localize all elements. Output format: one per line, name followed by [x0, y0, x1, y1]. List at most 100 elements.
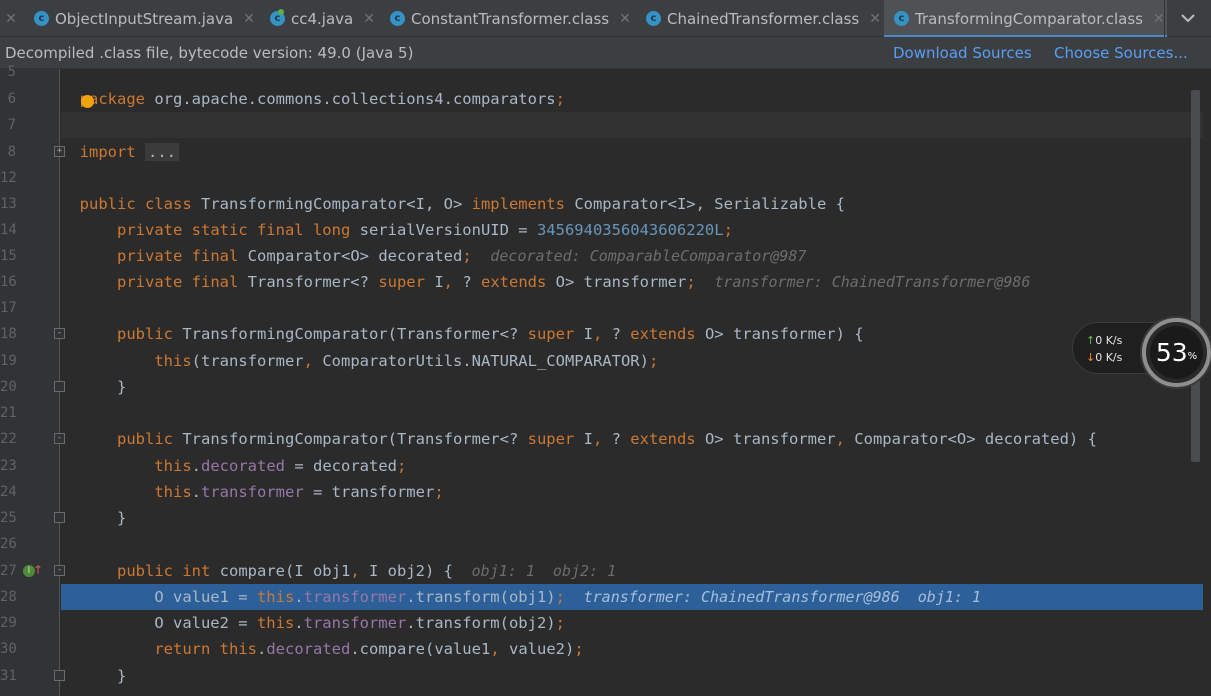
- line-number: 7: [7, 117, 16, 133]
- code-line-compare-end: 31 }: [0, 663, 1203, 689]
- close-icon[interactable]: ✕: [363, 11, 375, 27]
- keyword: private final: [117, 247, 239, 265]
- field-name: serialVersionUID: [359, 221, 509, 239]
- keyword: implements: [471, 195, 565, 213]
- tab-constanttransformer[interactable]: c ConstantTransformer.class ✕: [390, 0, 631, 37]
- line-number: 28: [0, 589, 17, 605]
- code-line-ctor2: 22- public TransformingComparator(Transf…: [0, 426, 1203, 452]
- keyword: public class: [79, 195, 192, 213]
- tab-objectinputstream[interactable]: c ObjectInputStream.java ✕: [34, 0, 255, 37]
- network-monitor-widget[interactable]: ↑0 K/s ↓0 K/s 53%: [1072, 318, 1211, 387]
- code-line-ctor1-end: 20 }: [0, 374, 1203, 400]
- code-line-class-decl: 13 public class TransformingComparator<I…: [0, 191, 1203, 217]
- download-speed: ↓0 K/s: [1086, 351, 1123, 364]
- code-line-ctor1: 18- public TransformingComparator(Transf…: [0, 321, 1203, 347]
- code-line-return: 30 return this.decorated.compare(value1,…: [0, 636, 1203, 662]
- package-name: org.apache.commons.collections4.comparat…: [154, 90, 556, 108]
- class-name: TransformingComparator<I, O>: [201, 195, 463, 213]
- vertical-scrollbar[interactable]: [1191, 90, 1200, 462]
- code-line: 17: [0, 295, 1203, 321]
- fold-collapse-icon[interactable]: -: [54, 565, 65, 576]
- code-line-import: 8 + import ...: [8, 139, 1203, 165]
- code-editor[interactable]: 5 6 package org.apache.commons.collectio…: [0, 64, 1203, 696]
- tab-overflow-button[interactable]: [1164, 0, 1211, 37]
- line-number: 6: [7, 91, 16, 107]
- line-number: 27: [0, 563, 17, 579]
- code-line-value2: 29 O value2 = this.transformer.transform…: [0, 610, 1203, 636]
- code-line: 12: [0, 165, 1203, 191]
- tab-transformingcomparator[interactable]: c TransformingComparator.class ✕: [884, 0, 1167, 38]
- fold-end-icon[interactable]: [54, 512, 65, 523]
- arrow-down-icon: ↓: [1086, 351, 1096, 364]
- arrow-up-icon[interactable]: ↑: [33, 563, 43, 577]
- type-name: Comparator<O>: [247, 247, 369, 265]
- line-number: 31: [0, 668, 17, 684]
- code-line-decorated-field: 15 private final Comparator<O> decorated…: [0, 243, 1203, 269]
- field-name: decorated: [378, 247, 463, 265]
- folded-imports[interactable]: ...: [145, 143, 180, 161]
- tab-label: cc4.java: [291, 9, 354, 28]
- debug-inline-value: decorated: ComparableComparator@987: [490, 247, 807, 265]
- close-icon[interactable]: ✕: [1153, 11, 1165, 27]
- fold-collapse-icon[interactable]: -: [54, 328, 65, 339]
- line-number: 20: [0, 379, 17, 395]
- code-line-ctor2-assign2: 24 this.transformer = transformer;: [0, 479, 1203, 505]
- fold-end-icon[interactable]: [54, 381, 65, 392]
- code-line-ctor1-body: 19 this(transformer, ComparatorUtils.NAT…: [0, 348, 1203, 374]
- line-number: 5: [7, 64, 16, 80]
- upload-speed: ↑0 K/s: [1086, 334, 1123, 347]
- tab-label: ChainedTransformer.class: [667, 9, 860, 28]
- line-number: 18: [0, 326, 17, 342]
- class-runnable-icon: c: [270, 9, 285, 26]
- close-icon[interactable]: ✕: [619, 11, 631, 27]
- line-number: 21: [0, 405, 17, 421]
- line-number: 8: [7, 144, 16, 160]
- line-number: 12: [0, 170, 17, 186]
- static-reference: ComparatorUtils.NATURAL_COMPARATOR: [322, 352, 640, 370]
- debug-inline-value: transformer: ChainedTransformer@986 obj1…: [583, 588, 981, 606]
- code-line: 5: [8, 59, 1203, 85]
- line-number: 19: [0, 353, 17, 369]
- interfaces: Comparator<I>, Serializable {: [574, 195, 845, 213]
- code-line-package: 6 package org.apache.commons.collections…: [8, 86, 1203, 112]
- memory-load-gauge: 53%: [1142, 318, 1211, 387]
- load-percentage: 53%: [1150, 326, 1203, 379]
- tab-cc4[interactable]: c cc4.java ✕: [270, 0, 375, 37]
- number-literal: 3456940356043606220L: [536, 221, 724, 239]
- tab-close-partial[interactable]: ✕: [0, 0, 22, 37]
- line-number: 29: [0, 615, 17, 631]
- code-line-ctor2-assign1: 23 this.decorated = decorated;: [0, 453, 1203, 479]
- class-icon: c: [646, 11, 661, 26]
- code-line-ctor2-end: 25 }: [0, 505, 1203, 531]
- tab-chainedtransformer[interactable]: c ChainedTransformer.class ✕: [646, 0, 881, 37]
- keyword: private static final long: [117, 221, 351, 239]
- line-number: 15: [0, 248, 17, 264]
- line-number: 17: [0, 300, 17, 316]
- line-number: 13: [0, 196, 17, 212]
- keyword: import: [79, 143, 136, 161]
- fold-expand-icon[interactable]: +: [54, 146, 65, 157]
- tab-label: TransformingComparator.class: [915, 9, 1143, 28]
- line-number: 16: [0, 274, 17, 290]
- editor-tab-bar: ✕ c ObjectInputStream.java ✕ c cc4.java …: [0, 0, 1211, 38]
- line-number: 24: [0, 484, 17, 500]
- line-number: 22: [0, 431, 17, 447]
- line-number: 23: [0, 458, 17, 474]
- close-icon[interactable]: ✕: [869, 11, 881, 27]
- debug-inline-value: obj1: 1 obj2: 1: [471, 562, 617, 580]
- line-number: 14: [0, 222, 17, 238]
- fold-end-icon[interactable]: [54, 670, 65, 681]
- close-icon[interactable]: ✕: [5, 11, 17, 27]
- lightbulb-icon[interactable]: [81, 95, 94, 108]
- tab-label: ConstantTransformer.class: [411, 9, 610, 28]
- class-icon: c: [894, 11, 909, 26]
- debug-inline-value: transformer: ChainedTransformer@986: [714, 273, 1031, 291]
- fold-collapse-icon[interactable]: -: [54, 433, 65, 444]
- code-line-current: 7: [8, 112, 1203, 138]
- code-line-serial: 14 private static final long serialVersi…: [0, 217, 1203, 243]
- close-icon[interactable]: ✕: [243, 11, 255, 27]
- line-number: 25: [0, 510, 17, 526]
- code-line-transformer-field: 16 private final Transformer<? super I, …: [0, 269, 1203, 295]
- line-number: 26: [0, 536, 17, 552]
- code-line: 26: [0, 531, 1203, 557]
